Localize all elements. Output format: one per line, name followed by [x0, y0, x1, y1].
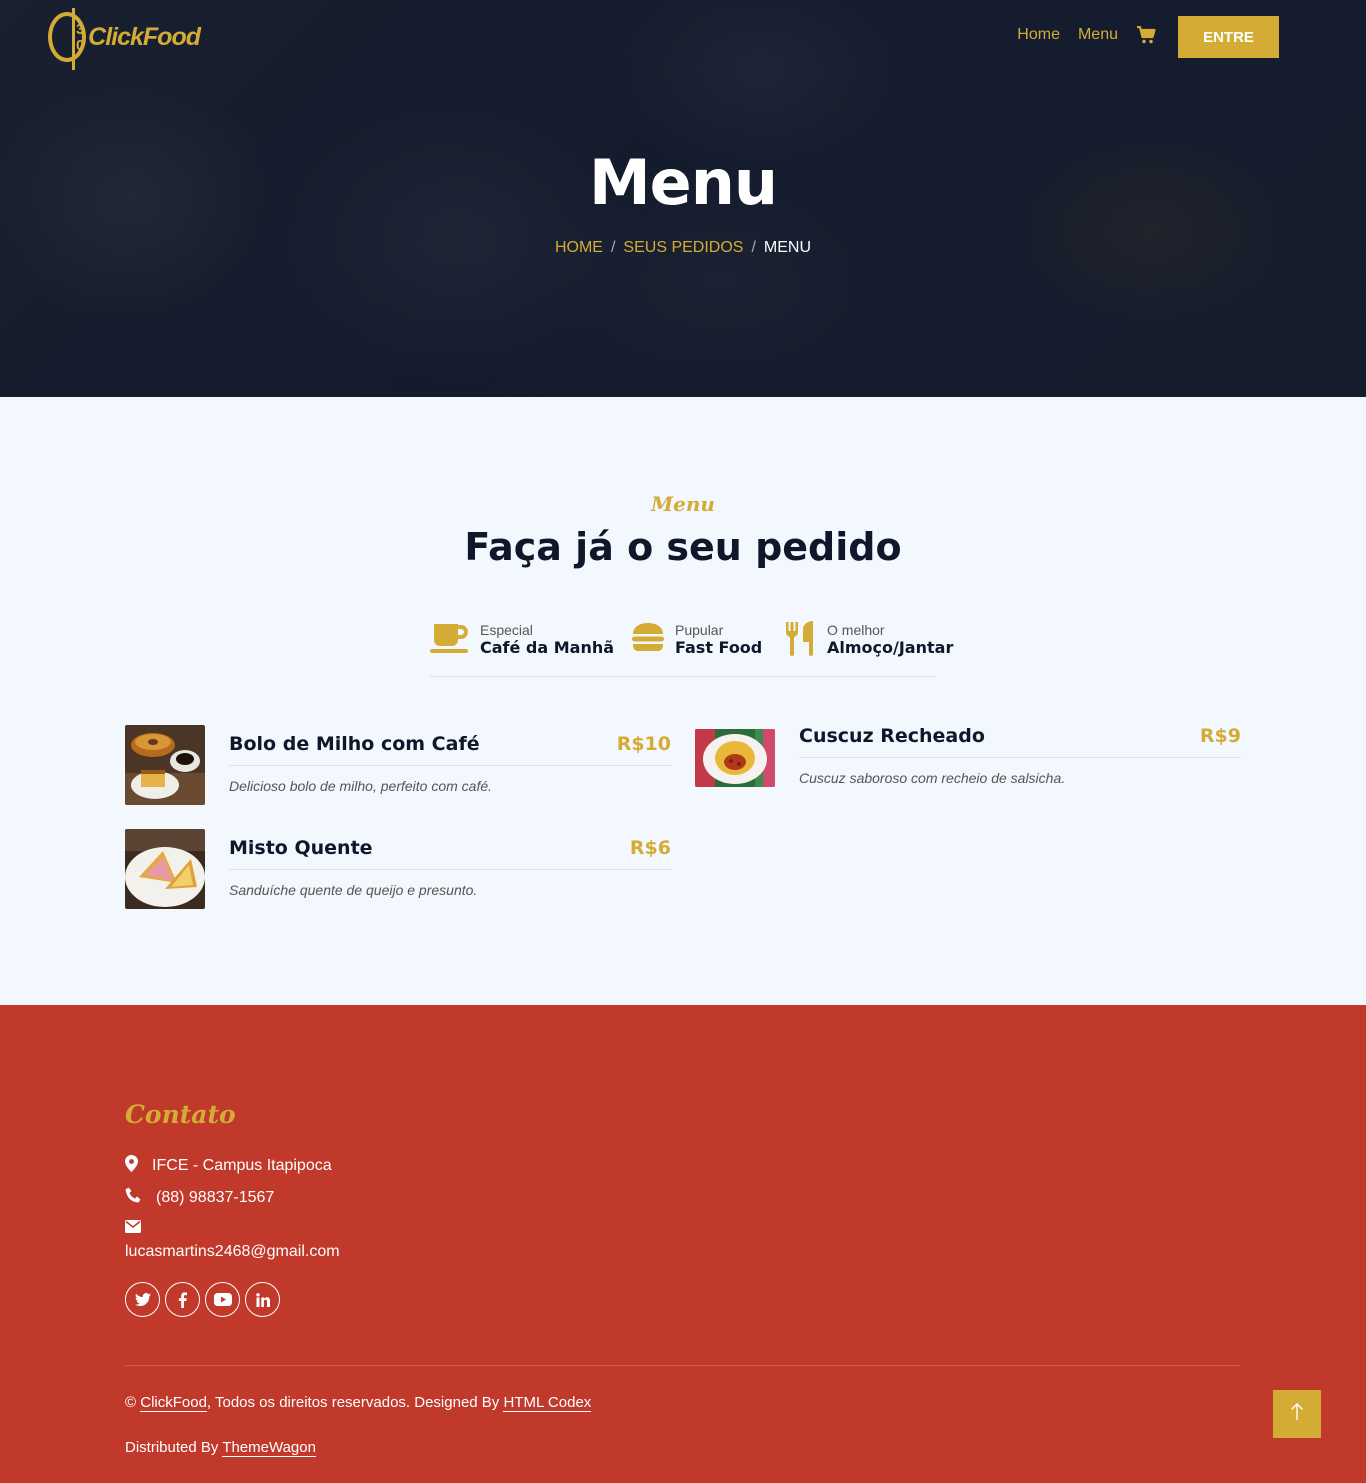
facebook-icon[interactable] [165, 1282, 200, 1317]
footer: Contato IFCE - Campus Itapipoca (88) 988… [0, 1005, 1366, 1483]
breadcrumb: HOME / SEUS PEDIDOS / MENU [0, 239, 1366, 257]
item-description: Cuscuz saboroso com recheio de salsicha. [799, 770, 1066, 786]
item-name: Bolo de Milho com Café [229, 733, 480, 755]
menu-item[interactable]: Misto Quente R$6 Sanduíche quente de que… [125, 829, 671, 909]
logo-mark-text: 3 0 [76, 21, 85, 54]
coffee-icon [430, 620, 470, 654]
logo-mark: 3 0 [48, 8, 87, 70]
item-price: R$9 [1199, 725, 1241, 747]
breadcrumb-separator: / [610, 239, 616, 256]
logo-text: ClickFood [88, 22, 201, 51]
tab-breakfast-label: Café da Manhã [480, 638, 615, 657]
nav-item-home[interactable]: Home [1017, 26, 1060, 44]
footer-divider [125, 1365, 1241, 1366]
footer-address: IFCE - Campus Itapipoca [125, 1155, 332, 1177]
item-name: Cuscuz Recheado [799, 725, 985, 747]
designer-link[interactable]: HTML Codex [503, 1394, 592, 1412]
tab-lunch-label: Almoço/Jantar [827, 638, 954, 657]
copyright-symbol: © [125, 1394, 137, 1411]
footer-email-text: lucasmartins2468@gmail.com [125, 1243, 340, 1260]
tab-breakfast[interactable]: Especial Café da Manhã [430, 620, 614, 658]
tab-fastfood-label: Fast Food [675, 638, 763, 657]
login-button[interactable]: ENTRE [1178, 16, 1279, 58]
footer-phone-text: (88) 98837-1567 [156, 1189, 275, 1206]
tab-fastfood[interactable]: Pupular Fast Food [631, 620, 762, 658]
item-header: Cuscuz Recheado R$9 [799, 725, 1241, 758]
map-marker-icon [125, 1155, 152, 1177]
hero-header: 3 0 ClickFood Home Menu ENTRE Menu HOME /… [0, 0, 1366, 397]
social-links [125, 1282, 280, 1317]
copyright: © ClickFood, Todos os direitos reservado… [125, 1394, 592, 1412]
item-price: R$6 [629, 837, 671, 859]
item-image-bolo [125, 725, 205, 805]
breadcrumb-home[interactable]: HOME [555, 239, 603, 256]
arrow-up-icon [1290, 1402, 1304, 1426]
tab-lunch-dinner[interactable]: O melhor Almoço/Jantar [785, 620, 953, 658]
distributed-by: Distributed By ThemeWagon [125, 1439, 316, 1457]
youtube-icon[interactable] [205, 1282, 240, 1317]
hamburger-icon [631, 620, 665, 654]
logo[interactable]: 3 0 ClickFood [48, 6, 201, 70]
item-description: Sanduíche quente de queijo e presunto. [229, 882, 478, 898]
item-image-misto [125, 829, 205, 909]
copyright-text: , Todos os direitos reservados. Designed… [206, 1394, 500, 1411]
footer-phone: (88) 98837-1567 [125, 1187, 274, 1209]
tab-lunch-small: O melhor [827, 622, 885, 638]
page-title: Menu [588, 146, 778, 219]
tab-fastfood-small: Pupular [675, 622, 724, 638]
breadcrumb-separator: / [751, 239, 756, 256]
envelope-icon [125, 1220, 141, 1238]
item-header: Bolo de Milho com Café R$10 [229, 733, 671, 766]
breadcrumb-current: MENU [763, 239, 812, 256]
item-description: Delicioso bolo de milho, perfeito com ca… [229, 778, 493, 794]
menu-item[interactable]: Bolo de Milho com Café R$10 Delicioso bo… [125, 725, 671, 805]
menu-tabs: Especial Café da Manhã Pupular Fast Food… [430, 620, 953, 677]
breadcrumb-orders[interactable]: SEUS PEDIDOS [623, 239, 743, 256]
item-price: R$10 [616, 733, 671, 755]
section-title: Faça já o seu pedido [464, 525, 902, 569]
utensils-icon [785, 620, 817, 656]
item-name: Misto Quente [229, 837, 373, 859]
cart-icon[interactable] [1136, 25, 1156, 44]
main-nav: Home Menu [1017, 25, 1156, 44]
back-to-top-button[interactable] [1273, 1390, 1321, 1438]
brand-link[interactable]: ClickFood [140, 1394, 207, 1412]
item-header: Misto Quente R$6 [229, 837, 671, 870]
footer-contact-title: Contato [125, 1100, 236, 1129]
linkedin-icon[interactable] [245, 1282, 280, 1317]
section-subtitle: Menu [651, 492, 715, 516]
item-image-cuscuz [695, 729, 775, 787]
distributor-link[interactable]: ThemeWagon [222, 1439, 316, 1457]
phone-icon [125, 1187, 156, 1209]
nav-item-menu[interactable]: Menu [1078, 26, 1118, 44]
footer-email[interactable]: lucasmartins2468@gmail.com [125, 1243, 340, 1261]
menu-item[interactable]: Cuscuz Recheado R$9 Cuscuz saboroso com … [695, 725, 1241, 787]
distributed-text: Distributed By [125, 1439, 219, 1456]
footer-address-text: IFCE - Campus Itapipoca [152, 1157, 332, 1174]
tab-breakfast-small: Especial [480, 622, 533, 638]
twitter-icon[interactable] [125, 1282, 160, 1317]
